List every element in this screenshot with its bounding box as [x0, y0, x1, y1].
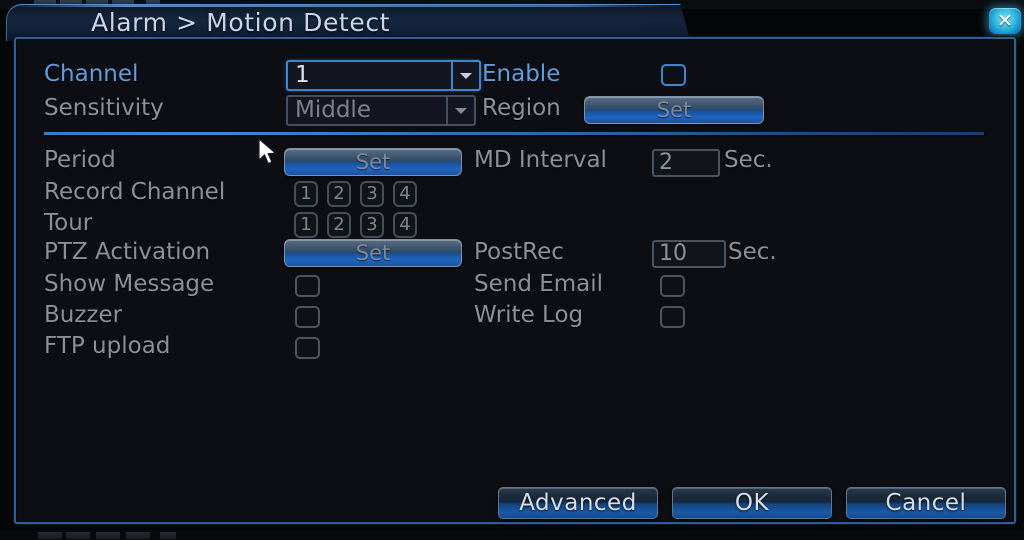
ok-button[interactable]: OK [672, 487, 832, 519]
record-channel-option-2-label: 2 [333, 183, 345, 204]
chevron-down-icon [446, 97, 474, 124]
send-email-label: Send Email [474, 271, 604, 297]
chevron-down-icon [451, 62, 479, 89]
titlebar-highlight [7, 5, 665, 7]
cancel-button-label: Cancel [885, 490, 967, 516]
tour-option-3-label: 3 [366, 214, 378, 235]
write-log-label: Write Log [474, 302, 584, 328]
section-divider [44, 132, 984, 135]
titlebar-tab-slant [646, 4, 690, 40]
ptz-activation-set-button[interactable]: Set [284, 239, 462, 267]
write-log-checkbox[interactable] [660, 306, 685, 328]
advanced-button[interactable]: Advanced [498, 487, 658, 519]
advanced-button-label: Advanced [519, 490, 637, 516]
background-strip-bottom [0, 530, 1024, 540]
record-channel-option-4-label: 4 [399, 183, 411, 204]
md-interval-label: MD Interval [474, 147, 607, 173]
tour-label: Tour [44, 210, 93, 236]
record-channel-option-2[interactable]: 2 [327, 181, 351, 207]
buzzer-label: Buzzer [44, 302, 123, 328]
post-rec-input[interactable]: 10 [652, 240, 726, 268]
record-channel-label: Record Channel [44, 179, 226, 205]
page-title: Alarm > Motion Detect [91, 8, 391, 37]
period-label: Period [44, 147, 116, 173]
titlebar: Alarm > Motion Detect ✕ [6, 4, 1021, 41]
form-content: Channel 1 Enable Sensitivity Middle Regi… [16, 39, 1018, 526]
send-email-checkbox[interactable] [660, 275, 685, 297]
tour-option-1[interactable]: 1 [294, 212, 318, 238]
channel-select[interactable]: 1 [286, 60, 481, 91]
record-channel-option-4[interactable]: 4 [393, 181, 417, 207]
sensitivity-select[interactable]: Middle [286, 95, 476, 126]
ok-button-label: OK [734, 490, 770, 516]
md-interval-unit: Sec. [724, 147, 773, 173]
record-channel-option-3-label: 3 [366, 183, 378, 204]
close-icon[interactable]: ✕ [989, 8, 1021, 34]
show-message-label: Show Message [44, 271, 215, 297]
sensitivity-select-value: Middle [295, 97, 371, 123]
period-set-button[interactable]: Set [284, 148, 462, 176]
show-message-checkbox[interactable] [295, 275, 320, 297]
close-icon-glyph: ✕ [997, 10, 1013, 32]
tour-option-1-label: 1 [300, 214, 312, 235]
record-channel-option-3[interactable]: 3 [360, 181, 384, 207]
channel-label: Channel [44, 61, 139, 87]
record-channel-option-1-label: 1 [300, 183, 312, 204]
cancel-button[interactable]: Cancel [846, 487, 1006, 519]
tour-option-3[interactable]: 3 [360, 212, 384, 238]
dialog-body: Channel 1 Enable Sensitivity Middle Regi… [14, 37, 1016, 524]
md-interval-input[interactable]: 2 [652, 149, 720, 177]
period-set-button-label: Set [355, 150, 391, 174]
region-set-button-label: Set [656, 98, 692, 122]
region-label: Region [482, 95, 561, 121]
post-rec-unit: Sec. [728, 239, 777, 265]
enable-checkbox[interactable] [661, 64, 686, 86]
motion-detect-dialog: Alarm > Motion Detect ✕ Channel 1 Enable [6, 4, 1021, 526]
sensitivity-label: Sensitivity [44, 95, 164, 121]
buzzer-checkbox[interactable] [295, 306, 320, 328]
screen: Alarm > Motion Detect ✕ Channel 1 Enable [0, 0, 1024, 540]
ftp-upload-label: FTP upload [44, 333, 171, 359]
record-channel-option-1[interactable]: 1 [294, 181, 318, 207]
ftp-upload-checkbox[interactable] [295, 337, 320, 359]
ptz-activation-label: PTZ Activation [44, 239, 211, 265]
post-rec-label: PostRec [474, 239, 564, 265]
enable-label: Enable [482, 61, 561, 87]
ptz-activation-set-button-label: Set [355, 241, 391, 265]
region-set-button[interactable]: Set [584, 96, 764, 124]
post-rec-value: 10 [659, 241, 687, 266]
tour-option-2-label: 2 [333, 214, 345, 235]
tour-option-2[interactable]: 2 [327, 212, 351, 238]
channel-select-value: 1 [295, 62, 310, 88]
tour-option-4-label: 4 [399, 214, 411, 235]
tour-option-4[interactable]: 4 [393, 212, 417, 238]
md-interval-value: 2 [659, 150, 673, 175]
